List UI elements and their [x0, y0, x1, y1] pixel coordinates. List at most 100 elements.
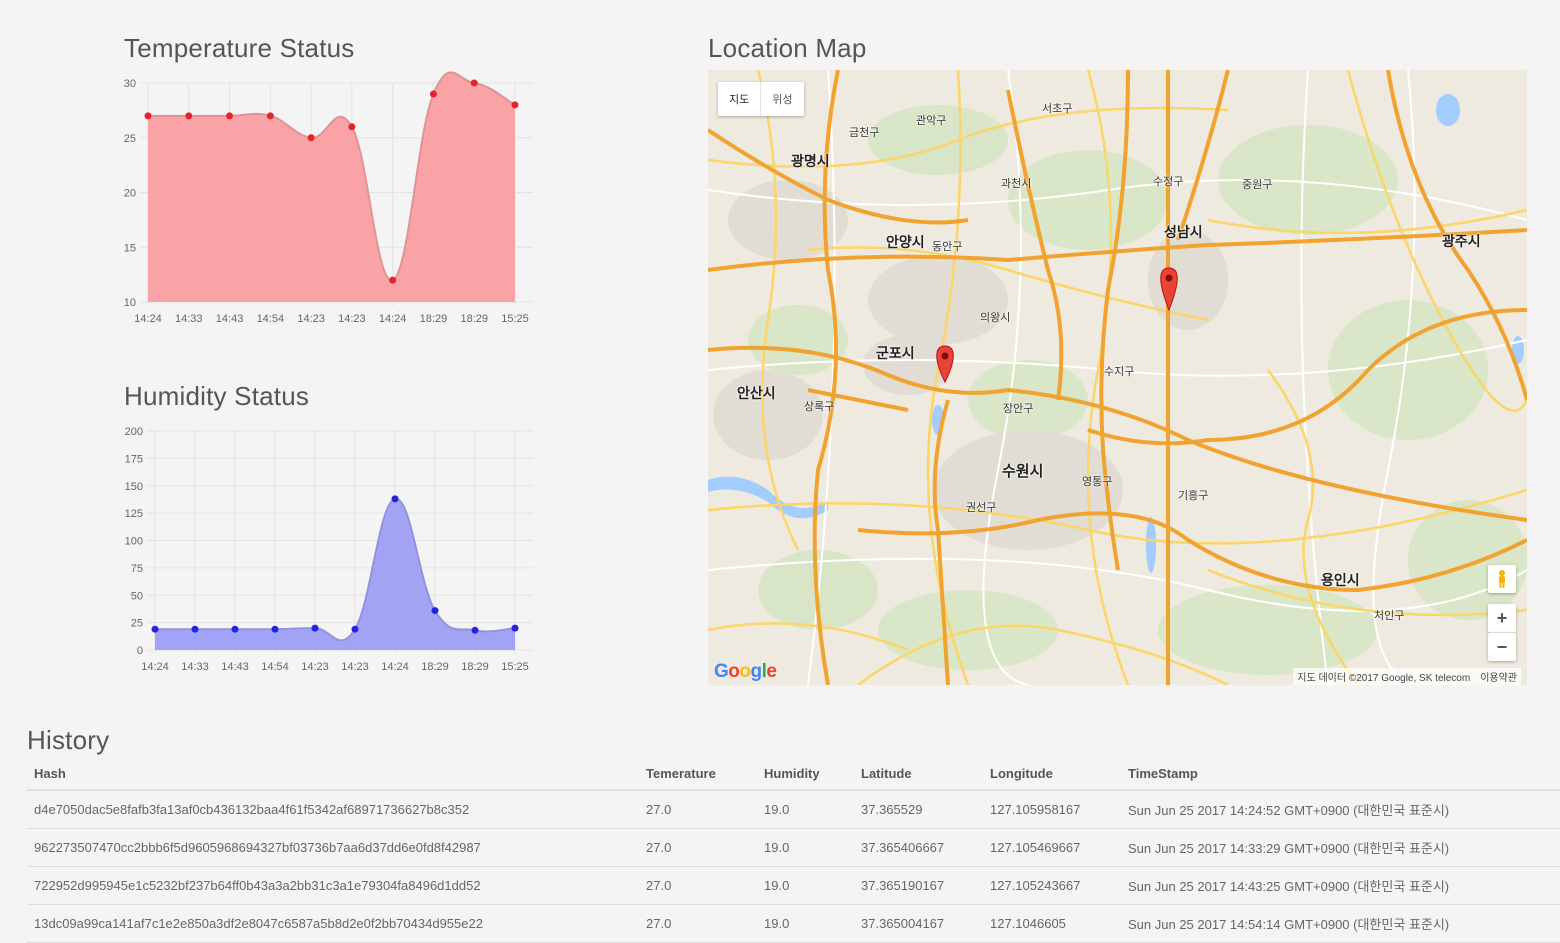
y-tick-label: 0 — [137, 645, 143, 657]
cell-humidity: 19.0 — [757, 866, 854, 905]
map-place-label: 관악구 — [916, 115, 947, 127]
zoom-out-button[interactable]: − — [1488, 633, 1516, 661]
zoom-in-button[interactable]: + — [1488, 604, 1516, 633]
cell-timestamp: Sun Jun 25 2017 14:43:25 GMT+0900 (대한민국 … — [1121, 866, 1560, 905]
column-header-hash: Hash — [27, 756, 639, 791]
map-place-label: 광명시 — [791, 153, 830, 169]
y-tick-label: 75 — [131, 563, 143, 575]
x-tick-label: 14:23 — [301, 661, 329, 673]
data-point — [471, 626, 479, 634]
data-point — [429, 90, 437, 98]
data-point — [266, 112, 274, 120]
x-tick-label: 14:23 — [297, 313, 325, 325]
cell-timestamp: Sun Jun 25 2017 14:24:52 GMT+0900 (대한민국 … — [1121, 790, 1560, 829]
table-row: 962273507470cc2bbb6f5d9605968694327bf037… — [27, 828, 1560, 867]
x-tick-label: 14:24 — [379, 313, 407, 325]
x-tick-label: 15:25 — [501, 313, 529, 325]
data-point — [391, 495, 399, 503]
y-tick-label: 50 — [131, 590, 143, 602]
cell-longitude: 127.1046605 — [983, 904, 1121, 943]
cell-temperature: 27.0 — [639, 904, 757, 943]
map-place-label: 광주시 — [1442, 233, 1481, 249]
column-header-timestamp: TimeStamp — [1121, 756, 1560, 791]
map-type-map-button[interactable]: 지도 — [718, 82, 760, 116]
map-type-satellite-button[interactable]: 위성 — [760, 82, 803, 116]
x-tick-label: 14:24 — [381, 661, 409, 673]
data-point — [191, 625, 199, 633]
humidity-chart: 0 25 50 75 100 125 150 175 200 14:24 14:33 14:43 14:… — [125, 426, 533, 673]
map-place-label: 장안구 — [1003, 403, 1034, 415]
x-tick-label: 14:43 — [216, 313, 244, 325]
history-table: Hash Temerature Humidity Latitude Longit… — [27, 756, 1560, 943]
map-place-label: 의왕시 — [980, 312, 1011, 324]
data-point — [389, 276, 397, 284]
x-tick-label: 18:29 — [460, 313, 488, 325]
x-tick-label: 14:43 — [221, 661, 249, 673]
chart-grid — [147, 430, 533, 654]
cell-temperature: 27.0 — [639, 790, 757, 829]
column-header-humidity: Humidity — [757, 756, 854, 791]
data-point — [271, 625, 279, 633]
cell-latitude: 37.365004167 — [854, 904, 983, 943]
map-place-label: 수정구 — [1153, 176, 1184, 188]
column-header-temperature: Temerature — [639, 756, 757, 791]
data-point — [151, 625, 159, 633]
y-tick-label: 150 — [125, 481, 143, 493]
cell-longitude: 127.105469667 — [983, 828, 1121, 867]
y-tick-label: 20 — [124, 188, 136, 200]
map-place-label: 금천구 — [849, 127, 880, 139]
cell-latitude: 37.365406667 — [854, 828, 983, 867]
cell-hash: 962273507470cc2bbb6f5d9605968694327bf037… — [27, 828, 639, 867]
cell-temperature: 27.0 — [639, 828, 757, 867]
location-map[interactable]: 금천구 관악구 서초구 광명시 과천시 수정구 중원구 성남시 광주시 안양시 … — [708, 70, 1527, 685]
map-place-label: 동안구 — [932, 241, 963, 253]
cell-hash: d4e7050dac5e8fafb3fa13af0cb436132baa4f61… — [27, 790, 639, 829]
y-tick-label: 100 — [125, 536, 143, 548]
map-place-label: 서초구 — [1042, 103, 1073, 115]
map-type-control: 지도 위성 — [718, 82, 804, 116]
google-logo: Google — [714, 661, 777, 682]
data-point — [351, 625, 359, 633]
table-row: 722952d995945e1c5232bf237b64ff0b43a3a2bb… — [27, 866, 1560, 905]
map-place-label: 과천시 — [1001, 178, 1032, 190]
x-tick-label: 14:24 — [134, 313, 162, 325]
map-place-label: 권선구 — [966, 502, 997, 514]
data-point — [226, 112, 234, 120]
cell-humidity: 19.0 — [757, 904, 854, 943]
data-point — [470, 79, 478, 87]
data-point — [307, 134, 315, 142]
map-place-label: 영통구 — [1082, 476, 1113, 488]
map-place-label: 성남시 — [1164, 224, 1203, 240]
data-point — [511, 101, 519, 109]
map-place-label: 기흥구 — [1178, 490, 1209, 502]
y-tick-label: 25 — [124, 133, 136, 145]
data-point — [348, 123, 356, 131]
pegman-icon[interactable] — [1488, 565, 1516, 593]
data-point — [231, 625, 239, 633]
cell-hash: 13dc09a99ca141af7c1e2e850a3df2e8047c6587… — [27, 904, 639, 943]
map-place-label: 안산시 — [737, 385, 776, 401]
y-tick-label: 175 — [125, 453, 143, 465]
data-point — [431, 607, 439, 615]
terms-link[interactable]: 이용약관 — [1480, 673, 1517, 684]
temperature-chart-title: Temperature Status — [124, 33, 355, 63]
y-tick-label: 200 — [125, 426, 143, 438]
data-point — [511, 624, 519, 632]
chart-area — [155, 498, 515, 650]
y-tick-label: 10 — [124, 297, 136, 309]
y-tick-label: 25 — [131, 618, 143, 630]
history-title: History — [27, 725, 110, 755]
table-row: d4e7050dac5e8fafb3fa13af0cb436132baa4f61… — [27, 790, 1560, 829]
cell-longitude: 127.105958167 — [983, 790, 1121, 829]
cell-humidity: 19.0 — [757, 828, 854, 867]
map-place-label: 상록구 — [804, 401, 835, 413]
map-place-label: 군포시 — [876, 345, 915, 361]
x-tick-label: 14:54 — [257, 313, 285, 325]
y-tick-label: 15 — [124, 242, 136, 254]
cell-timestamp: Sun Jun 25 2017 14:33:29 GMT+0900 (대한민국 … — [1121, 828, 1560, 867]
temperature-chart: 10 15 20 25 30 14:24 14:33 14:43 14:54 14:23 14:23… — [124, 71, 533, 325]
x-tick-label: 14:24 — [141, 661, 169, 673]
table-header-row: Hash Temerature Humidity Latitude Longit… — [27, 756, 1560, 791]
table-row: 13dc09a99ca141af7c1e2e850a3df2e8047c6587… — [27, 904, 1560, 943]
x-tick-label: 14:33 — [181, 661, 209, 673]
